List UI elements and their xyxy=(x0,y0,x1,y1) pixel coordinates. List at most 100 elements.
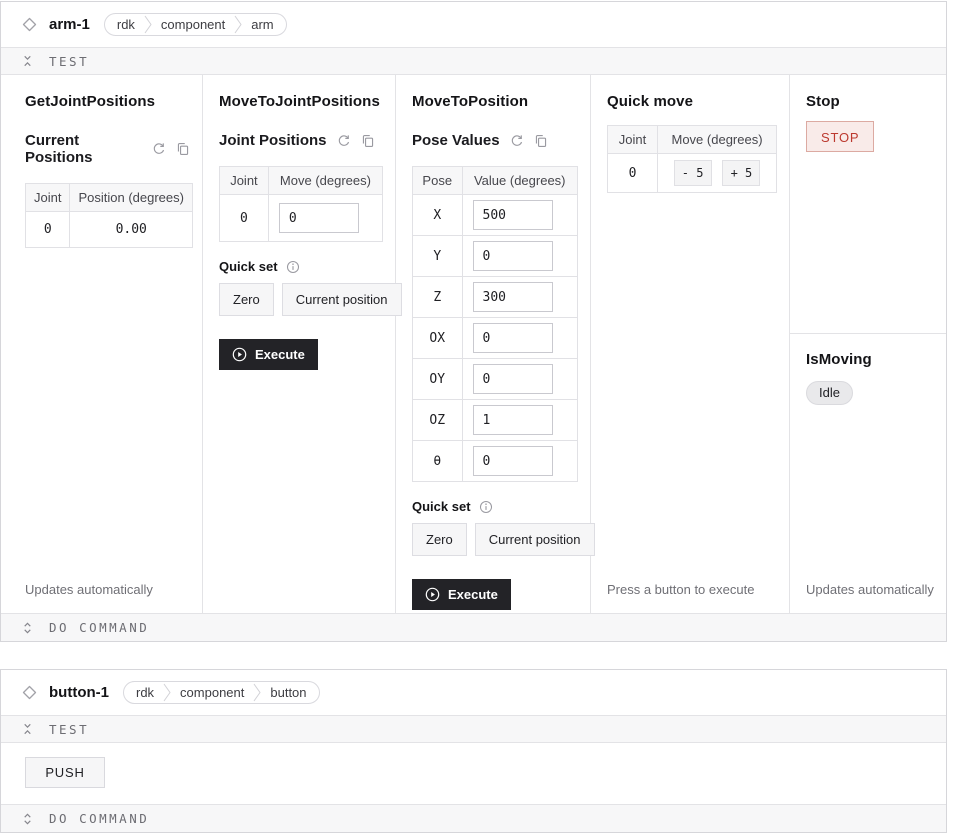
execute-button[interactable]: Execute xyxy=(219,339,318,370)
table-header-move: Move (degrees) xyxy=(268,167,382,195)
quick-set-label: Quick set xyxy=(412,499,471,514)
pose-label: X xyxy=(413,195,463,236)
component-diamond-icon xyxy=(21,17,37,33)
is-moving-section: IsMoving Idle Updates automatically xyxy=(790,333,946,613)
joint-index: 0 xyxy=(220,195,269,242)
breadcrumb: rdk component arm xyxy=(104,13,287,36)
refresh-icon[interactable] xyxy=(510,134,524,148)
pose-x-input[interactable] xyxy=(473,200,553,230)
button-card-header: button-1 rdk component button xyxy=(1,670,946,715)
table-row: OY xyxy=(413,359,578,400)
zero-button[interactable]: Zero xyxy=(219,283,274,316)
table-row: X xyxy=(413,195,578,236)
panel-quick-move: Quick move Joint Move (degrees) 0 - 5 + … xyxy=(591,75,790,613)
pose-label: Z xyxy=(413,277,463,318)
table-header-joint: Joint xyxy=(608,126,658,154)
do-command-section-label: DO COMMAND xyxy=(49,620,149,635)
button-test-body: PUSH xyxy=(1,743,946,804)
play-circle-icon xyxy=(425,587,440,602)
chevron-right-icon xyxy=(253,682,261,703)
collapse-vertical-icon xyxy=(21,54,34,68)
quick-move-table: Joint Move (degrees) 0 - 5 + 5 xyxy=(607,125,777,193)
table-row: θ xyxy=(413,441,578,482)
stop-section: Stop STOP xyxy=(790,75,946,333)
copy-icon[interactable] xyxy=(534,134,548,148)
table-header-pose: Pose xyxy=(413,167,463,195)
pose-theta-input[interactable] xyxy=(473,446,553,476)
test-section-label: TEST xyxy=(49,54,89,69)
panel-title: IsMoving xyxy=(806,351,934,368)
pose-oy-input[interactable] xyxy=(473,364,553,394)
subsection-title: Current Positions xyxy=(25,132,142,166)
do-command-section-toggle[interactable]: DO COMMAND xyxy=(1,804,946,832)
panel-title: Quick move xyxy=(607,93,777,110)
current-position-button[interactable]: Current position xyxy=(475,523,595,556)
joint-move-input[interactable] xyxy=(279,203,359,233)
pose-z-input[interactable] xyxy=(473,282,553,312)
table-row: OZ xyxy=(413,400,578,441)
copy-icon[interactable] xyxy=(176,142,190,156)
table-row: 0 xyxy=(220,195,383,242)
arm-test-body: GetJointPositions Current Positions Join… xyxy=(1,75,946,613)
table-row: 0 0.00 xyxy=(26,212,193,248)
test-section-label: TEST xyxy=(49,722,89,737)
panel-title: GetJointPositions xyxy=(25,93,190,110)
table-header-move: Move (degrees) xyxy=(658,126,777,154)
subsection-title: Pose Values xyxy=(412,132,500,149)
execute-button-label: Execute xyxy=(255,347,305,362)
panel-footer-note: Updates automatically xyxy=(25,582,190,597)
joint-position-value: 0.00 xyxy=(70,212,193,248)
panel-move-to-joint-positions: MoveToJointPositions Joint Positions Joi… xyxy=(203,75,396,613)
breadcrumb: rdk component button xyxy=(123,681,320,704)
component-name: arm-1 xyxy=(49,16,90,33)
joint-positions-table: Joint Move (degrees) 0 xyxy=(219,166,383,242)
breadcrumb-item: component xyxy=(180,685,244,700)
breadcrumb-item: rdk xyxy=(117,17,135,32)
current-positions-table: Joint Position (degrees) 0 0.00 xyxy=(25,183,193,248)
page: arm-1 rdk component arm TEST GetJointPos… xyxy=(0,0,956,839)
test-section-toggle[interactable]: TEST xyxy=(1,715,946,743)
breadcrumb-item: button xyxy=(270,685,306,700)
chevron-right-icon xyxy=(234,14,242,35)
info-icon xyxy=(479,500,493,514)
table-row: OX xyxy=(413,318,578,359)
panel-stop-ismoving: Stop STOP IsMoving Idle Updates automati… xyxy=(790,75,946,613)
table-header-joint: Joint xyxy=(220,167,269,195)
table-header-value: Value (degrees) xyxy=(462,167,578,195)
pose-label: OX xyxy=(413,318,463,359)
joint-index: 0 xyxy=(26,212,70,248)
expand-vertical-icon xyxy=(21,621,34,635)
panel-get-joint-positions: GetJointPositions Current Positions Join… xyxy=(1,75,203,613)
refresh-icon[interactable] xyxy=(337,134,351,148)
breadcrumb-item: arm xyxy=(251,17,273,32)
push-button[interactable]: PUSH xyxy=(25,757,105,788)
table-header-position: Position (degrees) xyxy=(70,184,193,212)
pose-y-input[interactable] xyxy=(473,241,553,271)
test-section-toggle[interactable]: TEST xyxy=(1,47,946,75)
panel-move-to-position: MoveToPosition Pose Values Pose Value (d… xyxy=(396,75,591,613)
copy-icon[interactable] xyxy=(361,134,375,148)
status-badge: Idle xyxy=(806,381,853,405)
current-position-button[interactable]: Current position xyxy=(282,283,402,316)
do-command-section-toggle[interactable]: DO COMMAND xyxy=(1,613,946,641)
pose-label: θ xyxy=(413,441,463,482)
component-diamond-icon xyxy=(21,685,37,701)
chevron-right-icon xyxy=(163,682,171,703)
pose-label: OY xyxy=(413,359,463,400)
pose-ox-input[interactable] xyxy=(473,323,553,353)
refresh-icon[interactable] xyxy=(152,142,166,156)
play-circle-icon xyxy=(232,347,247,362)
execute-button[interactable]: Execute xyxy=(412,579,511,610)
collapse-vertical-icon xyxy=(21,722,34,736)
table-row: Y xyxy=(413,236,578,277)
move-plus-5-button[interactable]: + 5 xyxy=(722,160,760,186)
panel-title: Stop xyxy=(806,93,934,110)
stop-button[interactable]: STOP xyxy=(806,121,874,152)
pose-values-table: Pose Value (degrees) X Y Z OX OY xyxy=(412,166,578,482)
pose-oz-input[interactable] xyxy=(473,405,553,435)
expand-vertical-icon xyxy=(21,812,34,826)
zero-button[interactable]: Zero xyxy=(412,523,467,556)
move-minus-5-button[interactable]: - 5 xyxy=(674,160,712,186)
quick-set-label: Quick set xyxy=(219,259,278,274)
table-row: 0 - 5 + 5 xyxy=(608,154,777,193)
